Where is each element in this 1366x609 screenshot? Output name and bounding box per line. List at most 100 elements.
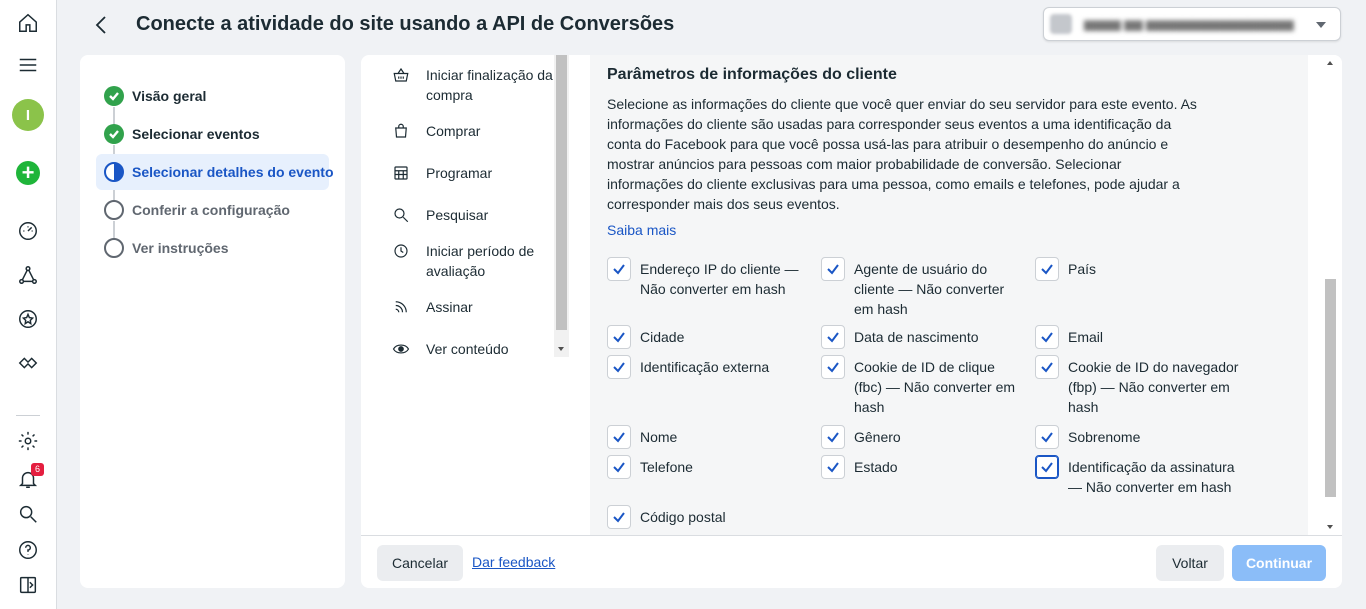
check-circle-icon [104,124,124,144]
customer-info-checkbox[interactable]: Agente de usuário do cliente — Não conve… [821,257,1026,319]
scrollbar-thumb[interactable] [1325,279,1336,497]
scroll-up-arrow-icon[interactable] [1327,61,1333,65]
shopping-bag-icon [389,121,413,141]
scroll-down-arrow-icon[interactable] [558,347,564,351]
step-view-instructions[interactable]: Ver instruções [96,230,329,266]
checkbox-box[interactable] [607,455,631,479]
customer-info-checkbox[interactable]: Email [1035,325,1240,349]
back-button[interactable]: Voltar [1156,545,1224,581]
half-circle-progress-icon [104,162,124,182]
customer-info-checkbox[interactable]: Nome [607,425,812,449]
event-item-initiate-checkout[interactable]: Iniciar finalização da compra [389,65,561,105]
check-circle-icon [104,86,124,106]
checkbox-label: Telefone [640,459,693,475]
checkbox-label: Identificação da assinatura — Não conver… [1068,459,1235,495]
checkmark-icon [827,432,839,443]
checkmark-icon [1041,264,1053,275]
checkbox-label: Gênero [854,429,901,445]
learn-more-link[interactable]: Saiba mais [607,222,676,238]
main-scrollbar[interactable] [1319,55,1342,535]
event-list-scrollbar[interactable] [554,55,569,357]
checkbox-box[interactable] [607,325,631,349]
customer-info-checkbox[interactable]: Estado [821,455,1026,479]
continue-button[interactable]: Continuar [1232,545,1326,581]
page-title: Conecte a atividade do site usando a API… [136,13,675,35]
connections-icon[interactable] [15,262,41,288]
event-item-purchase[interactable]: Comprar [389,121,561,141]
scrollbar-thumb[interactable] [556,55,567,330]
event-item-schedule[interactable]: Programar [389,163,561,183]
event-item-view-content[interactable]: Ver conteúdo [389,339,561,359]
checkbox-box[interactable] [821,257,845,281]
checkmark-icon [1041,432,1053,443]
event-item-subscribe[interactable]: Assinar [389,297,561,317]
menu-icon[interactable] [15,52,41,78]
checkbox-box[interactable] [1035,355,1059,379]
dashboard-gauge-icon[interactable] [15,218,41,244]
help-icon[interactable] [15,537,41,563]
customer-info-checkbox[interactable]: País [1035,257,1240,281]
avatar-letter: I [25,106,31,124]
home-icon[interactable] [15,10,41,36]
event-label: Programar [426,165,493,181]
step-label: Visão geral [132,88,207,104]
checkmark-icon [613,362,625,373]
checkbox-box[interactable] [607,355,631,379]
checkbox-box[interactable] [607,505,631,529]
scroll-down-arrow-icon[interactable] [1327,525,1333,529]
step-select-events[interactable]: Selecionar eventos [96,116,329,152]
customer-info-checkbox[interactable]: Sobrenome [1035,425,1240,449]
checkbox-box[interactable] [1035,325,1059,349]
checkmark-icon [827,462,839,473]
step-select-event-details[interactable]: Selecionar detalhes do evento [96,154,334,190]
settings-gear-icon[interactable] [15,428,41,454]
checkbox-box[interactable] [821,455,845,479]
event-item-search[interactable]: Pesquisar [389,205,561,225]
checkbox-box[interactable] [1035,257,1059,281]
checkmark-icon [613,462,625,473]
checkbox-label: Cookie de ID do navegador (fbp) — Não co… [1068,359,1239,415]
report-panel-icon[interactable] [15,572,41,598]
clock-icon [389,241,413,261]
star-icon[interactable] [15,306,41,332]
customer-info-checkbox[interactable]: Identificação externa [607,355,812,379]
customer-info-checkbox[interactable]: Gênero [821,425,1026,449]
rail-divider [16,415,40,416]
step-review-setup[interactable]: Conferir a configuração [96,192,329,228]
account-thumbnail [1050,14,1072,34]
step-overview[interactable]: Visão geral [96,78,329,114]
customer-info-checkbox[interactable]: Cookie de ID do navegador (fbp) — Não co… [1035,355,1240,417]
checkbox-box[interactable] [821,425,845,449]
customer-info-checkbox[interactable]: Telefone [607,455,812,479]
checkmark-icon [613,332,625,343]
checkbox-label: Cookie de ID de clique (fbc) — Não conve… [854,359,1016,415]
checkmark-icon [613,512,625,523]
avatar[interactable]: I [12,99,44,131]
customer-info-checkbox[interactable]: Data de nascimento [821,325,1026,349]
event-label: Iniciar período de avaliação [426,243,535,279]
checkbox-box[interactable] [607,425,631,449]
account-name-redacted: ▆▆▆▆ ▆▆ ▆▆▆▆▆▆▆▆▆▆▆▆▆▆▆▆ [1084,17,1294,31]
customer-info-checkbox[interactable]: Identificação da assinatura — Não conver… [1035,455,1240,497]
customer-info-checkbox[interactable]: Endereço IP do cliente — Não converter e… [607,257,812,299]
checkbox-box[interactable] [1035,425,1059,449]
customer-info-checkbox[interactable]: Código postal [607,505,812,529]
feedback-link[interactable]: Dar feedback [472,554,555,570]
checkbox-box[interactable] [607,257,631,281]
checkbox-label: Estado [854,459,898,475]
create-plus-icon[interactable]: + [16,161,40,185]
checkbox-box[interactable] [821,355,845,379]
account-selector-dropdown[interactable]: ▆▆▆▆ ▆▆ ▆▆▆▆▆▆▆▆▆▆▆▆▆▆▆▆ [1043,7,1341,41]
customer-info-checkbox[interactable]: Cookie de ID de clique (fbc) — Não conve… [821,355,1026,417]
checkbox-box[interactable] [1035,455,1059,479]
event-label: Comprar [426,123,481,139]
cancel-button[interactable]: Cancelar [377,545,463,581]
handshake-icon[interactable] [15,350,41,376]
event-item-start-trial[interactable]: Iniciar período de avaliação [389,241,561,281]
customer-info-checkbox[interactable]: Cidade [607,325,812,349]
event-label: Iniciar finalização da compra [426,67,553,103]
back-arrow-icon[interactable] [90,13,114,37]
checkbox-box[interactable] [821,325,845,349]
calendar-icon [389,163,413,183]
search-icon[interactable] [15,501,41,527]
